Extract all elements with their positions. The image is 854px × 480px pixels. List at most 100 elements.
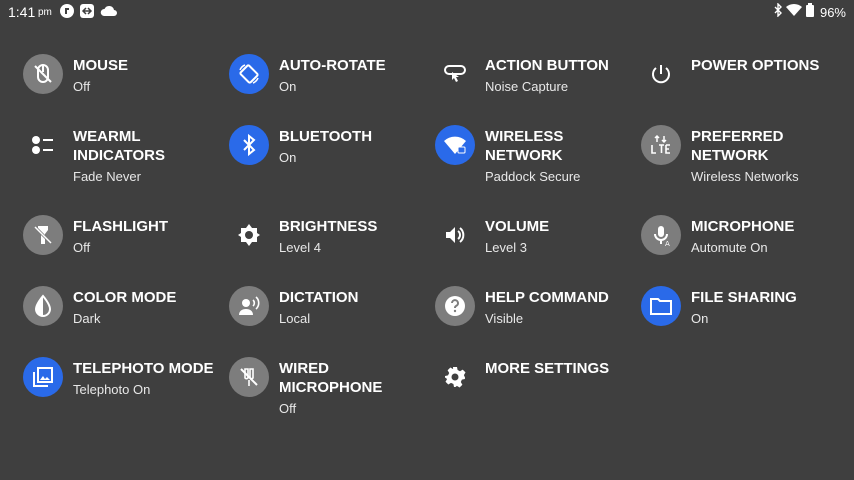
battery-percent: 96% [819, 4, 846, 20]
tile-label: TELEPHOTO MODE Telephoto On [73, 359, 223, 399]
tile-state: Off [73, 240, 91, 255]
tile-label: WIRED MICROPHONE Off [279, 359, 429, 418]
tile-wired-microphone[interactable]: WIRED MICROPHONE Off [229, 357, 429, 421]
remote-notification-icon [80, 3, 94, 23]
system-status-icons: 96% [774, 1, 846, 22]
tile-brightness[interactable]: BRIGHTNESS Level 4 [229, 215, 429, 279]
tile-telephoto-mode[interactable]: TELEPHOTO MODE Telephoto On [23, 357, 223, 421]
numbered-list-icon [23, 125, 63, 165]
tile-wireless-network[interactable]: WIRELESS NETWORK Paddock Secure [435, 125, 635, 189]
wifi-status-icon [785, 3, 802, 21]
status-time: 1:41 [8, 4, 36, 20]
color-mode-icon [23, 286, 63, 326]
tile-dictation[interactable]: DICTATION Local [229, 286, 429, 350]
tile-label: FILE SHARING On [691, 288, 841, 328]
tile-label: DICTATION Local [279, 288, 429, 328]
action-button-icon [435, 54, 475, 94]
tile-title: MORE SETTINGS [485, 360, 610, 377]
wired-mic-off-icon [229, 357, 269, 397]
tile-title: FLASHLIGHT [73, 218, 168, 235]
tile-title: POWER OPTIONS [691, 57, 820, 74]
microphone-auto-icon: A [641, 215, 681, 255]
tile-state: On [279, 150, 297, 165]
bluetooth-icon [229, 125, 269, 165]
folder-icon [641, 286, 681, 326]
flashlight-off-icon [23, 215, 63, 255]
power-icon [641, 54, 681, 94]
tile-file-sharing[interactable]: FILE SHARING On [641, 286, 841, 350]
tile-title: WIRED MICROPHONE [279, 360, 383, 396]
battery-icon [805, 2, 814, 22]
tile-state: Off [73, 79, 91, 94]
tile-state: Fade Never [73, 169, 141, 184]
brightness-icon [229, 215, 269, 255]
screen-rotation-icon [229, 54, 269, 94]
tile-action-button[interactable]: ACTION BUTTON Noise Capture [435, 54, 635, 118]
tile-state: Telephoto On [73, 382, 151, 397]
tile-microphone[interactable]: A MICROPHONE Automute On [641, 215, 841, 279]
tile-auto-rotate[interactable]: AUTO-ROTATE On [229, 54, 429, 118]
tile-label: MOUSE Off [73, 56, 223, 96]
notification-icons [60, 3, 118, 23]
tile-more-settings[interactable]: MORE SETTINGS [435, 357, 635, 421]
dictation-icon [229, 286, 269, 326]
tile-state: Visible [485, 311, 524, 326]
tile-label: BLUETOOTH On [279, 127, 429, 167]
tile-label: WEARML INDICATORS Fade Never [73, 127, 223, 186]
tile-mouse[interactable]: MOUSE Off [23, 54, 223, 118]
tile-title: MICROPHONE [691, 218, 795, 235]
tile-volume[interactable]: VOLUME Level 3 [435, 215, 635, 279]
mouse-off-icon [23, 54, 63, 94]
tile-label: ACTION BUTTON Noise Capture [485, 56, 635, 96]
cloud-icon [100, 4, 118, 23]
tile-title: WIRELESS NETWORK [485, 128, 564, 164]
tile-state: On [691, 311, 709, 326]
tile-flashlight[interactable]: FLASHLIGHT Off [23, 215, 223, 279]
tile-title: DICTATION [279, 289, 359, 306]
tile-power-options[interactable]: POWER OPTIONS [641, 54, 841, 118]
tile-bluetooth[interactable]: BLUETOOTH On [229, 125, 429, 189]
tile-label: COLOR MODE Dark [73, 288, 223, 328]
svg-text:A: A [665, 240, 670, 247]
tile-title: BLUETOOTH [279, 128, 373, 145]
tile-state: Local [279, 311, 311, 326]
settings-gear-icon [435, 357, 475, 397]
tile-state: Noise Capture [485, 79, 569, 94]
tile-state: Off [279, 401, 297, 416]
tile-label: PREFERRED NETWORK Wireless Networks [691, 127, 841, 186]
tile-title: HELP COMMAND [485, 289, 609, 306]
tile-title: MOUSE [73, 57, 129, 74]
tile-label: WIRELESS NETWORK Paddock Secure [485, 127, 635, 186]
tile-state: Dark [73, 311, 101, 326]
help-icon [435, 286, 475, 326]
bluetooth-status-icon [774, 1, 782, 22]
tile-title: VOLUME [485, 218, 550, 235]
wifi-lock-icon [435, 125, 475, 165]
tile-state: Level 3 [485, 240, 527, 255]
tile-state: Paddock Secure [485, 169, 581, 184]
tile-help-command[interactable]: HELP COMMAND Visible [435, 286, 635, 350]
status-bar: 1:41 pm 96% [0, 0, 854, 26]
tile-wearml-indicators[interactable]: WEARML INDICATORS Fade Never [23, 125, 223, 189]
tile-title: AUTO-ROTATE [279, 57, 386, 74]
tile-state: Automute On [691, 240, 768, 255]
tile-state: On [279, 79, 297, 94]
tile-preferred-network[interactable]: PREFERRED NETWORK Wireless Networks [641, 125, 841, 189]
tile-label: AUTO-ROTATE On [279, 56, 429, 96]
tile-label: FLASHLIGHT Off [73, 217, 223, 257]
tile-title: BRIGHTNESS [279, 218, 378, 235]
tile-title: WEARML INDICATORS [73, 128, 165, 164]
tile-color-mode[interactable]: COLOR MODE Dark [23, 286, 223, 350]
tile-title: ACTION BUTTON [485, 57, 609, 74]
tile-title: TELEPHOTO MODE [73, 360, 214, 377]
tile-state: Level 4 [279, 240, 321, 255]
tile-title: FILE SHARING [691, 289, 797, 306]
tile-state: Wireless Networks [691, 169, 799, 184]
status-ampm: pm [38, 7, 52, 18]
tile-label: MORE SETTINGS [485, 359, 635, 380]
app-notification-icon [60, 3, 74, 23]
tile-title: COLOR MODE [73, 289, 177, 306]
tile-label: MICROPHONE Automute On [691, 217, 841, 257]
tile-label: VOLUME Level 3 [485, 217, 635, 257]
lte-icon [641, 125, 681, 165]
